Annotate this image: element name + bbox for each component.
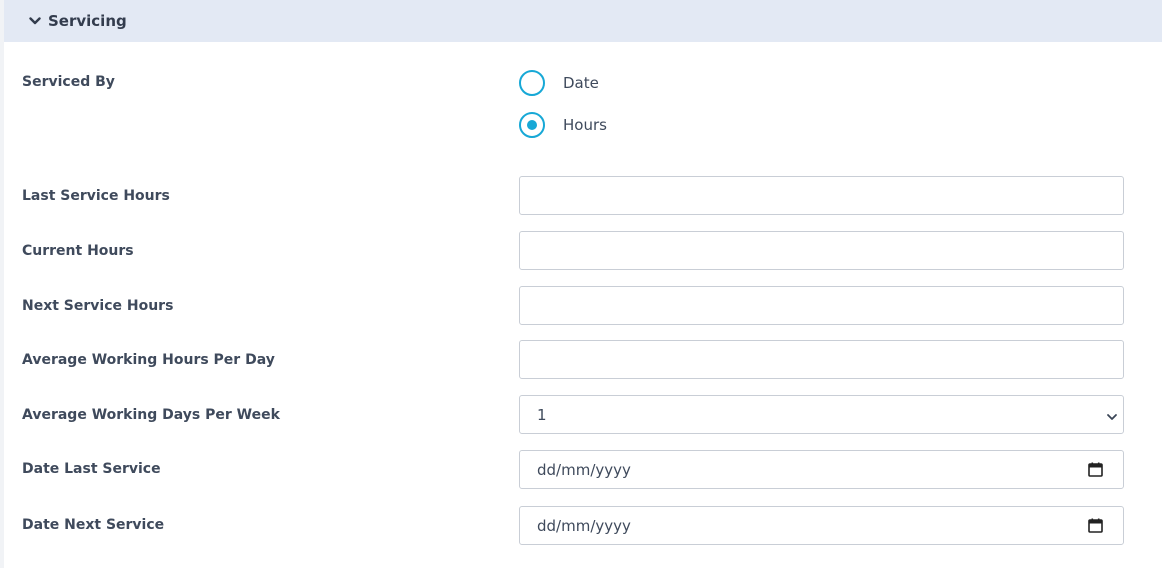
next-service-hours-input[interactable] [519, 286, 1124, 325]
calendar-icon[interactable] [1088, 518, 1103, 533]
date-next-service-box[interactable]: dd/mm/yyyy [519, 506, 1124, 545]
radio-hours[interactable] [519, 112, 545, 138]
date-last-service-label: Date Last Service [22, 461, 161, 477]
last-service-hours-label: Last Service Hours [22, 188, 170, 204]
chevron-down-icon[interactable] [1106, 408, 1118, 420]
serviced-by-label: Serviced By [22, 74, 115, 90]
section-header[interactable]: Servicing [4, 0, 1162, 42]
radio-date-label[interactable]: Date [563, 74, 599, 92]
next-service-hours-label: Next Service Hours [22, 298, 174, 314]
date-next-service-input[interactable]: dd/mm/yyyy [519, 506, 1124, 545]
radio-hours-label[interactable]: Hours [563, 116, 607, 134]
radio-date[interactable] [519, 70, 545, 96]
date-last-service-box[interactable]: dd/mm/yyyy [519, 450, 1124, 489]
avg-hours-per-day-label: Average Working Hours Per Day [22, 352, 275, 368]
date-next-service-label: Date Next Service [22, 517, 165, 533]
servicing-panel: Servicing Serviced By Date Hours Last Se… [4, 0, 1162, 568]
date-placeholder: dd/mm/yyyy [537, 460, 631, 479]
avg-days-per-week-label: Average Working Days Per Week [22, 407, 280, 423]
select-value: 1 [537, 405, 547, 424]
chevron-down-icon[interactable] [28, 14, 42, 28]
last-service-hours-input[interactable] [519, 176, 1124, 215]
section-title: Servicing [48, 12, 127, 30]
current-hours-label: Current Hours [22, 243, 134, 259]
current-hours-input[interactable] [519, 231, 1124, 270]
avg-days-per-week-select[interactable]: 1 [519, 395, 1124, 434]
date-placeholder: dd/mm/yyyy [537, 516, 631, 535]
avg-hours-per-day-input[interactable] [519, 340, 1124, 379]
select-value-box[interactable]: 1 [519, 395, 1124, 434]
calendar-icon[interactable] [1088, 462, 1103, 477]
date-last-service-input[interactable]: dd/mm/yyyy [519, 450, 1124, 489]
